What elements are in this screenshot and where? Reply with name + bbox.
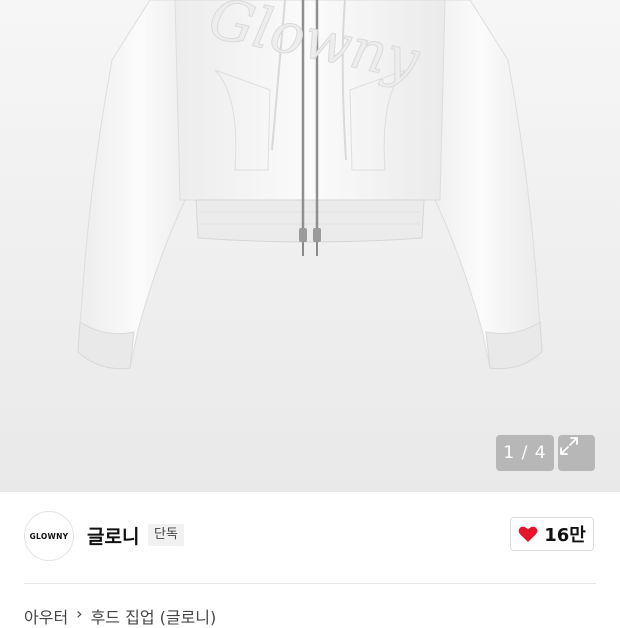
brand-name[interactable]: 글로니	[87, 522, 139, 549]
image-counter: 1 / 4	[496, 435, 554, 471]
brand-logo[interactable]: GLOWNY	[24, 511, 74, 561]
product-image-gallery[interactable]: Glowny 1 / 4	[0, 0, 620, 492]
breadcrumb-subcategory[interactable]: 후드 집업 (글로니)	[91, 604, 217, 628]
expand-icon	[560, 437, 578, 455]
like-count: 16만	[544, 525, 586, 546]
heart-icon	[518, 526, 538, 542]
exclusive-badge: 단독	[148, 524, 184, 546]
like-button[interactable]: 16만	[510, 517, 594, 551]
brand-row: GLOWNY 글로니 단독 16만	[0, 492, 620, 584]
brand-logo-text: GLOWNY	[29, 531, 69, 541]
expand-button[interactable]	[558, 435, 595, 471]
breadcrumb: 아우터 › 후드 집업 (글로니)	[24, 604, 216, 628]
product-image-hoodie: Glowny	[0, 0, 620, 492]
breadcrumb-separator: ›	[76, 604, 83, 623]
divider	[24, 583, 596, 584]
breadcrumb-category[interactable]: 아우터	[24, 604, 68, 628]
